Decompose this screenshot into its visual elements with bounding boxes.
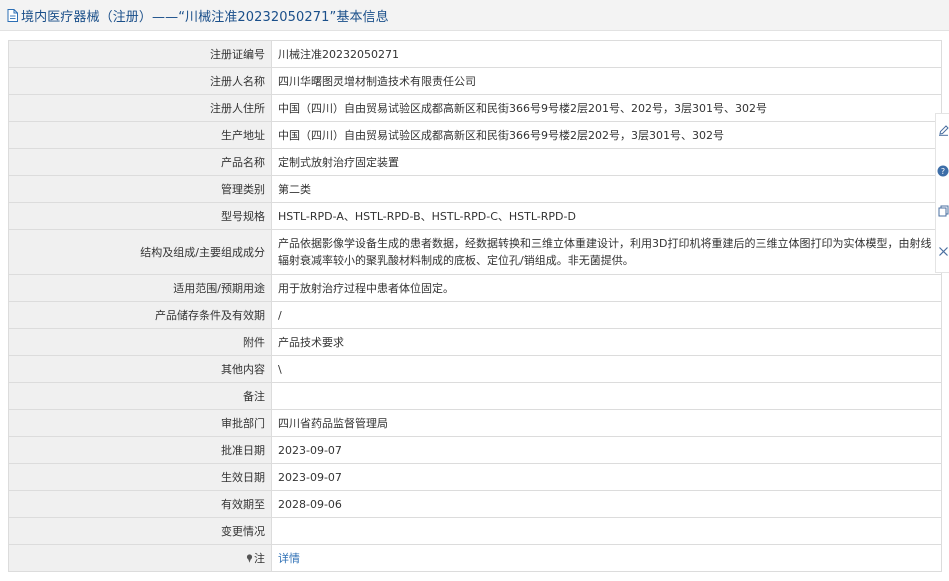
side-toolbar: ?: [935, 113, 949, 273]
table-row: 产品储存条件及有效期 /: [8, 301, 942, 329]
row-value: 中国（四川）自由贸易试验区成都高新区和民街366号9号楼2层202号，3层301…: [271, 121, 942, 149]
row-value: /: [271, 301, 942, 329]
row-value: 四川省药品监督管理局: [271, 409, 942, 437]
row-label: 适用范围/预期用途: [8, 274, 272, 302]
row-label: 有效期至: [8, 490, 272, 518]
row-value: 2023-09-07: [271, 463, 942, 491]
table-row: 结构及组成/主要组成成分 产品依据影像学设备生成的患者数据，经数据转换和三维立体…: [8, 229, 942, 275]
row-value: 中国（四川）自由贸易试验区成都高新区和民街366号9号楼2层201号、202号，…: [271, 94, 942, 122]
row-value: 详情: [271, 544, 942, 572]
row-value: 四川华曙图灵增材制造技术有限责任公司: [271, 67, 942, 95]
note-label-cell: 注: [8, 544, 272, 572]
row-label: 审批部门: [8, 409, 272, 437]
table-row: 审批部门 四川省药品监督管理局: [8, 409, 942, 437]
row-label: 注册证编号: [8, 40, 272, 68]
help-icon[interactable]: ?: [937, 163, 949, 179]
table-row: 注 详情: [8, 544, 942, 572]
table-row: 管理类别 第二类: [8, 175, 942, 203]
row-value: 用于放射治疗过程中患者体位固定。: [271, 274, 942, 302]
row-label: 变更情况: [8, 517, 272, 545]
row-label: 注册人住所: [8, 94, 272, 122]
row-value: 产品技术要求: [271, 328, 942, 356]
table-row: 注册人住所 中国（四川）自由贸易试验区成都高新区和民街366号9号楼2层201号…: [8, 94, 942, 122]
copy-icon[interactable]: [937, 203, 949, 219]
row-label: 结构及组成/主要组成成分: [8, 229, 272, 275]
row-label: 附件: [8, 328, 272, 356]
row-label: 备注: [8, 382, 272, 410]
table-row: 注册人名称 四川华曙图灵增材制造技术有限责任公司: [8, 67, 942, 95]
row-label: 生产地址: [8, 121, 272, 149]
row-label: 批准日期: [8, 436, 272, 464]
table-row: 产品名称 定制式放射治疗固定装置: [8, 148, 942, 176]
row-value: 2028-09-06: [271, 490, 942, 518]
table-row: 生效日期 2023-09-07: [8, 463, 942, 491]
table-row: 附件 产品技术要求: [8, 328, 942, 356]
svg-text:?: ?: [941, 167, 945, 176]
detail-link[interactable]: 详情: [278, 552, 300, 565]
row-label: 生效日期: [8, 463, 272, 491]
row-label: 其他内容: [8, 355, 272, 383]
row-value: 定制式放射治疗固定装置: [271, 148, 942, 176]
edit-icon[interactable]: [937, 122, 949, 138]
row-label: 管理类别: [8, 175, 272, 203]
row-value: [271, 517, 942, 545]
row-label: 型号规格: [8, 202, 272, 230]
row-value: 产品依据影像学设备生成的患者数据，经数据转换和三维立体重建设计，利用3D打印机将…: [271, 229, 942, 275]
close-icon[interactable]: [937, 243, 949, 259]
page-header: 境内医疗器械（注册）——“川械注准20232050271”基本信息: [0, 0, 949, 31]
registration-info-table: 注册证编号 川械注准20232050271 注册人名称 四川华曙图灵增材制造技术…: [8, 40, 942, 572]
table-row: 型号规格 HSTL-RPD-A、HSTL-RPD-B、HSTL-RPD-C、HS…: [8, 202, 942, 230]
row-value: [271, 382, 942, 410]
table-row: 适用范围/预期用途 用于放射治疗过程中患者体位固定。: [8, 274, 942, 302]
table-row: 变更情况: [8, 517, 942, 545]
pin-icon: [246, 551, 253, 563]
row-value: 2023-09-07: [271, 436, 942, 464]
table-row: 备注: [8, 382, 942, 410]
table-row: 批准日期 2023-09-07: [8, 436, 942, 464]
row-label: 产品储存条件及有效期: [8, 301, 272, 329]
row-label: 注: [254, 551, 265, 565]
table-row: 有效期至 2028-09-06: [8, 490, 942, 518]
document-icon: [7, 8, 18, 22]
row-value: 第二类: [271, 175, 942, 203]
row-value: \: [271, 355, 942, 383]
table-row: 注册证编号 川械注准20232050271: [8, 40, 942, 68]
row-value: 川械注准20232050271: [271, 40, 942, 68]
table-row: 其他内容 \: [8, 355, 942, 383]
row-value: HSTL-RPD-A、HSTL-RPD-B、HSTL-RPD-C、HSTL-RP…: [271, 202, 942, 230]
table-row: 生产地址 中国（四川）自由贸易试验区成都高新区和民街366号9号楼2层202号，…: [8, 121, 942, 149]
row-label: 注册人名称: [8, 67, 272, 95]
row-label: 产品名称: [8, 148, 272, 176]
page-title: 境内医疗器械（注册）——“川械注准20232050271”基本信息: [21, 9, 389, 25]
